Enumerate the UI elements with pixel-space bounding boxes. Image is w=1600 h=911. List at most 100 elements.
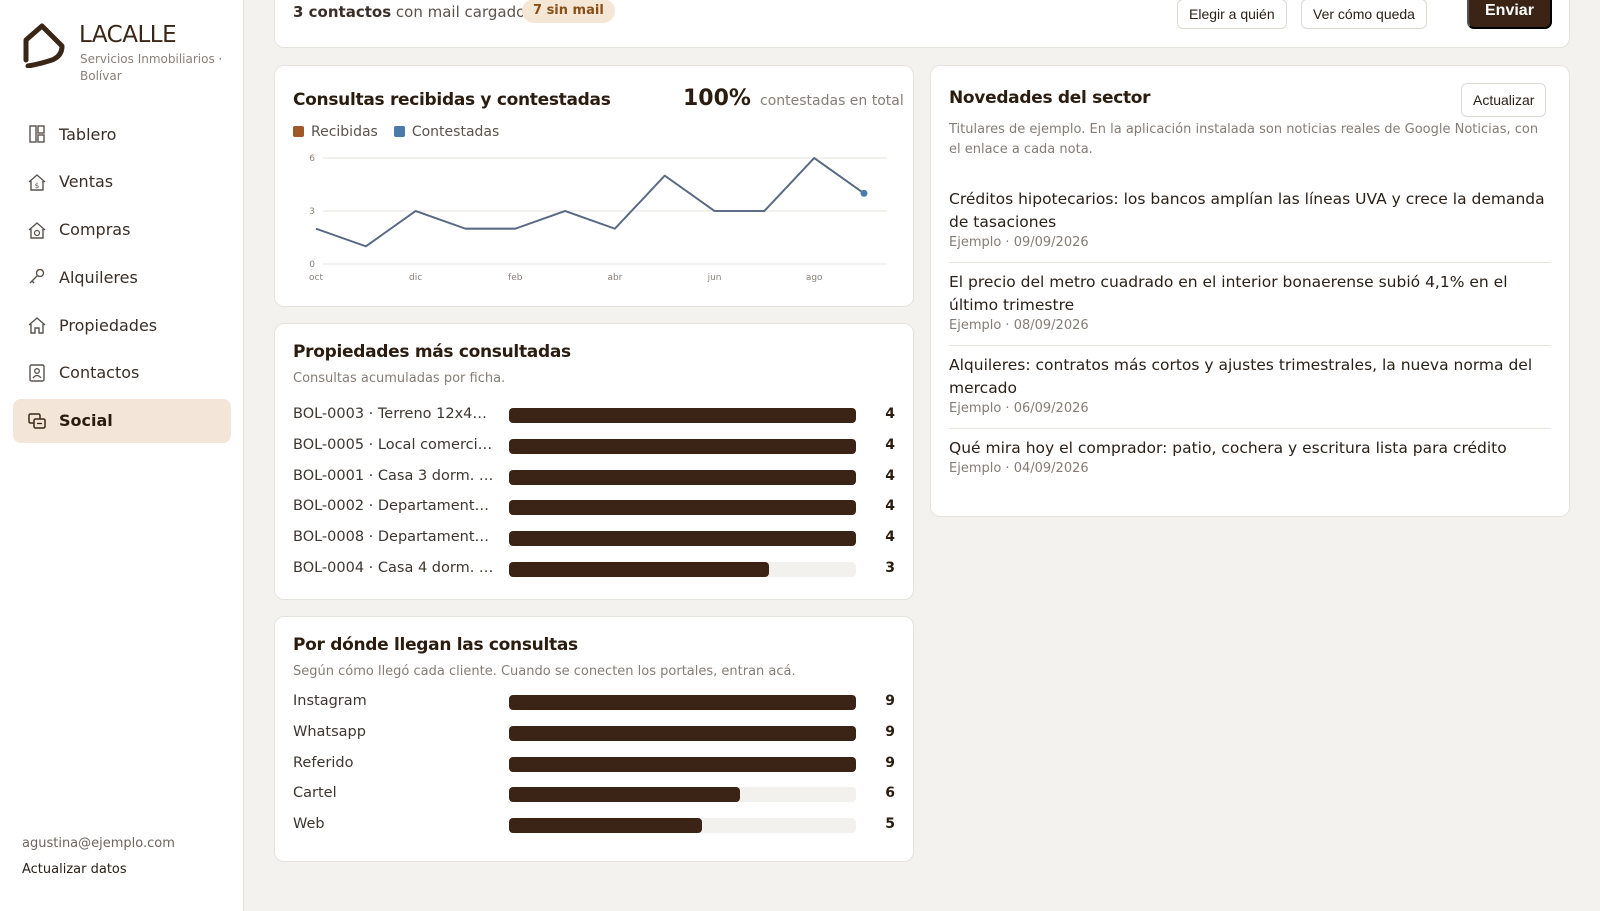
brand[interactable]: LACALLE Servicios Inmobiliarios · Bolíva… (22, 22, 222, 83)
news-list: Créditos hipotecarios: los bancos amplía… (949, 180, 1551, 488)
sources-value: 6 (885, 785, 895, 802)
properties-bar-track (509, 438, 856, 454)
properties-bar-track (509, 469, 856, 485)
news-meta: Ejemplo · 08/09/2026 (949, 318, 1089, 333)
properties-bar-track (509, 500, 856, 516)
sources-bar-fill (509, 695, 856, 710)
properties-bar-fill (509, 562, 770, 577)
sidebar-item-alquileres[interactable]: Alquileres (13, 255, 231, 299)
news-meta: Ejemplo · 09/09/2026 (949, 235, 1089, 250)
properties-name: BOL-0004 · Casa 4 dorm. c… (293, 560, 495, 576)
sidebar-item-label: Tablero (59, 124, 117, 144)
sources-value: 9 (885, 723, 895, 740)
properties-subtitle: Consultas acumuladas por ficha. (293, 371, 506, 386)
properties-value: 4 (885, 467, 895, 484)
sidebar-item-tablero[interactable]: Tablero (13, 112, 231, 156)
news-headline: Qué mira hoy el comprador: patio, cocher… (949, 439, 1507, 457)
properties-row[interactable]: BOL-0005 · Local comercial… 4 (293, 436, 895, 456)
send-button[interactable]: Enviar (1467, 0, 1552, 29)
preview-button[interactable]: Ver cómo queda (1301, 0, 1427, 29)
house-search-icon (27, 220, 47, 240)
series-line-contestadas (315, 157, 865, 248)
sidebar-item-compras[interactable]: Compras (13, 208, 231, 252)
sources-row[interactable]: Instagram 9 (293, 692, 895, 712)
sources-name: Cartel (293, 785, 337, 802)
sources-row[interactable]: Referido 9 (293, 754, 895, 774)
y-tick-label: 3 (309, 207, 315, 217)
email-campaign-strip: 3 contactos con mail cargado 7 sin mail … (274, 0, 1570, 48)
news-item[interactable]: Qué mira hoy el comprador: patio, cocher… (949, 429, 1551, 488)
series-line-recibidas (315, 157, 865, 248)
news-item[interactable]: Alquileres: contratos más cortos y ajust… (949, 346, 1551, 429)
news-meta: Ejemplo · 06/09/2026 (949, 401, 1089, 416)
sidebar-item-label: Ventas (59, 172, 114, 192)
sources-subtitle: Según cómo llegó cada cliente. Cuando se… (293, 664, 796, 679)
sources-bar-fill (509, 756, 856, 772)
x-tick-label: oct (309, 273, 323, 283)
sector-news-card: Novedades del sector Actualizar Titulare… (930, 65, 1570, 517)
sources-bar-track (509, 725, 856, 741)
update-data-link[interactable]: Actualizar datos (22, 862, 127, 877)
contact-card-icon (27, 363, 47, 383)
properties-value: 4 (885, 529, 895, 546)
news-item[interactable]: El precio del metro cuadrado en el inter… (949, 263, 1551, 346)
properties-name: BOL-0003 · Terreno 12x40 … (293, 406, 495, 422)
contacts-count: 3 contactos con mail cargado (293, 3, 525, 21)
properties-value: 4 (885, 498, 895, 515)
properties-value: 4 (885, 406, 895, 422)
sidebar: LACALLE Servicios Inmobiliarios · Bolíva… (0, 0, 244, 911)
brand-subtitle: Servicios Inmobiliarios · Bolívar (80, 52, 223, 83)
social-chat-icon (27, 411, 47, 431)
sources-bar-fill (509, 818, 702, 834)
properties-bar-fill (509, 438, 856, 454)
sources-bar-track (509, 787, 856, 803)
inquiry-sources-card: Por dónde llegan las consultas Según cóm… (274, 616, 914, 862)
properties-bar-fill (509, 469, 856, 485)
sidebar-item-ventas[interactable]: $ Ventas (13, 160, 231, 204)
properties-row[interactable]: BOL-0003 · Terreno 12x40 … 4 (293, 405, 895, 425)
properties-bar-track (509, 531, 856, 547)
sources-row[interactable]: Cartel 6 (293, 784, 895, 804)
news-headline: Alquileres: contratos más cortos y ajust… (949, 356, 1533, 397)
news-item[interactable]: Créditos hipotecarios: los bancos amplía… (949, 180, 1551, 263)
properties-row[interactable]: BOL-0001 · Casa 3 dorm. c… 4 (293, 467, 895, 487)
sources-row[interactable]: Whatsapp 9 (293, 723, 895, 743)
properties-row[interactable]: BOL-0008 · Departamento … 4 (293, 528, 895, 548)
choose-recipients-button[interactable]: Elegir a quién (1177, 0, 1287, 29)
line-chart: 0 3 6 oct dic feb abr jun ago (309, 154, 887, 283)
sources-bar-track (509, 695, 856, 710)
refresh-news-button[interactable]: Actualizar (1461, 83, 1547, 117)
no-mail-badge: 7 sin mail (522, 0, 615, 23)
x-tick-label: feb (508, 273, 523, 283)
house-logo-icon (23, 23, 65, 68)
contacts-count-bold: 3 contactos (293, 3, 392, 21)
home-icon (27, 315, 47, 335)
sidebar-item-label: Compras (59, 220, 131, 240)
properties-bar-track (509, 562, 856, 577)
sources-name: Whatsapp (293, 723, 366, 740)
sources-value: 9 (885, 754, 895, 771)
properties-name: BOL-0002 · Departamento … (293, 498, 495, 515)
contacts-count-rest: con mail cargado (395, 3, 526, 21)
dashboard-icon (27, 124, 47, 144)
sources-row[interactable]: Web 5 (293, 815, 895, 835)
properties-row[interactable]: BOL-0004 · Casa 4 dorm. c… 3 (293, 559, 895, 579)
sources-name: Referido (293, 754, 354, 771)
news-headline: Créditos hipotecarios: los bancos amplía… (949, 190, 1545, 231)
properties-name: BOL-0001 · Casa 3 dorm. c… (293, 467, 495, 484)
news-headline: El precio del metro cuadrado en el inter… (949, 273, 1508, 314)
user-email: agustina@ejemplo.com (22, 836, 175, 851)
series-last-point (860, 189, 868, 197)
properties-bar-fill (509, 408, 856, 423)
sources-bar-track (509, 756, 856, 772)
sidebar-item-propiedades[interactable]: Propiedades (13, 303, 231, 347)
inquiries-chart-card: Consultas recibidas y contestadas 100% c… (274, 65, 914, 307)
sidebar-item-social[interactable]: Social (13, 398, 231, 443)
sidebar-item-label: Contactos (59, 363, 140, 383)
brand-name: LACALLE (79, 22, 177, 48)
top-properties-card: Propiedades más consultadas Consultas ac… (274, 323, 914, 600)
house-dollar-icon: $ (27, 172, 47, 192)
properties-row[interactable]: BOL-0002 · Departamento … 4 (293, 497, 895, 517)
x-tick-label: jun (707, 273, 722, 283)
sidebar-item-contactos[interactable]: Contactos (13, 351, 231, 395)
